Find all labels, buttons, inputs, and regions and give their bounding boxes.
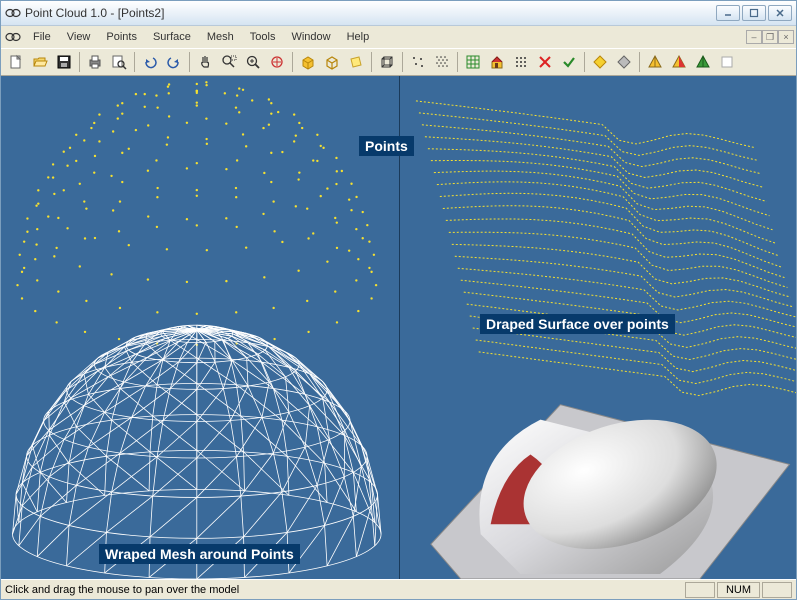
separator bbox=[402, 52, 403, 72]
grid-green-icon[interactable] bbox=[462, 51, 484, 73]
box-solid-icon[interactable] bbox=[297, 51, 319, 73]
status-pane-blank2 bbox=[762, 582, 792, 598]
mdi-controls: – ❐ × bbox=[746, 30, 794, 44]
new-icon[interactable] bbox=[5, 51, 27, 73]
viewport[interactable]: Points Draped Surface over points Wraped… bbox=[1, 76, 796, 579]
statusbar: Click and drag the mouse to pan over the… bbox=[1, 579, 796, 599]
app-icon bbox=[5, 5, 21, 21]
cube-wire-icon[interactable] bbox=[376, 51, 398, 73]
zoom-window-icon[interactable] bbox=[218, 51, 240, 73]
separator bbox=[189, 52, 190, 72]
print-preview-icon[interactable] bbox=[108, 51, 130, 73]
points-dense-icon[interactable] bbox=[431, 51, 453, 73]
blank-icon[interactable] bbox=[716, 51, 738, 73]
minimize-button[interactable] bbox=[716, 5, 740, 21]
app-menu-icon[interactable] bbox=[3, 28, 23, 46]
status-text: Click and drag the mouse to pan over the… bbox=[5, 584, 683, 596]
mdi-close-button[interactable]: × bbox=[778, 30, 794, 44]
redo-icon[interactable] bbox=[163, 51, 185, 73]
house-icon[interactable] bbox=[486, 51, 508, 73]
menu-window[interactable]: Window bbox=[283, 29, 338, 45]
check-green-icon[interactable] bbox=[558, 51, 580, 73]
separator bbox=[457, 52, 458, 72]
pan-icon[interactable] bbox=[194, 51, 216, 73]
status-num: NUM bbox=[717, 582, 760, 598]
label-points: Points bbox=[359, 136, 414, 156]
pyramid-yellow-icon[interactable] bbox=[644, 51, 666, 73]
print-icon[interactable] bbox=[84, 51, 106, 73]
separator bbox=[639, 52, 640, 72]
menu-mesh[interactable]: Mesh bbox=[199, 29, 242, 45]
toolbar bbox=[1, 48, 796, 76]
label-wrapped: Wraped Mesh around Points bbox=[99, 544, 300, 564]
titlebar: Point Cloud 1.0 - [Points2] bbox=[1, 1, 796, 26]
diamond-yellow-icon[interactable] bbox=[589, 51, 611, 73]
pyramid-red-icon[interactable] bbox=[668, 51, 690, 73]
menubar: File View Points Surface Mesh Tools Wind… bbox=[1, 26, 796, 48]
menu-view[interactable]: View bbox=[59, 29, 99, 45]
grid-dots-icon[interactable] bbox=[510, 51, 532, 73]
separator bbox=[79, 52, 80, 72]
zoom-extents-icon[interactable] bbox=[266, 51, 288, 73]
points-sparse-icon[interactable] bbox=[407, 51, 429, 73]
separator bbox=[584, 52, 585, 72]
main-window: Point Cloud 1.0 - [Points2] File View Po… bbox=[0, 0, 797, 600]
mdi-minimize-button[interactable]: – bbox=[746, 30, 762, 44]
delete-red-icon[interactable] bbox=[534, 51, 556, 73]
menu-points[interactable]: Points bbox=[98, 29, 145, 45]
separator bbox=[134, 52, 135, 72]
undo-icon[interactable] bbox=[139, 51, 161, 73]
mdi-restore-button[interactable]: ❐ bbox=[762, 30, 778, 44]
menu-file[interactable]: File bbox=[25, 29, 59, 45]
maximize-button[interactable] bbox=[742, 5, 766, 21]
status-pane-blank bbox=[685, 582, 715, 598]
open-icon[interactable] bbox=[29, 51, 51, 73]
sheet-icon[interactable] bbox=[345, 51, 367, 73]
separator bbox=[371, 52, 372, 72]
box-wire-icon[interactable] bbox=[321, 51, 343, 73]
menu-surface[interactable]: Surface bbox=[145, 29, 199, 45]
window-title: Point Cloud 1.0 - [Points2] bbox=[25, 6, 716, 20]
window-controls bbox=[716, 5, 792, 21]
separator bbox=[292, 52, 293, 72]
save-icon[interactable] bbox=[53, 51, 75, 73]
diamond-gray-icon[interactable] bbox=[613, 51, 635, 73]
menu-tools[interactable]: Tools bbox=[242, 29, 284, 45]
menu-help[interactable]: Help bbox=[339, 29, 378, 45]
close-button[interactable] bbox=[768, 5, 792, 21]
pyramid-green-icon[interactable] bbox=[692, 51, 714, 73]
label-draped: Draped Surface over points bbox=[480, 314, 675, 334]
zoom-icon[interactable] bbox=[242, 51, 264, 73]
